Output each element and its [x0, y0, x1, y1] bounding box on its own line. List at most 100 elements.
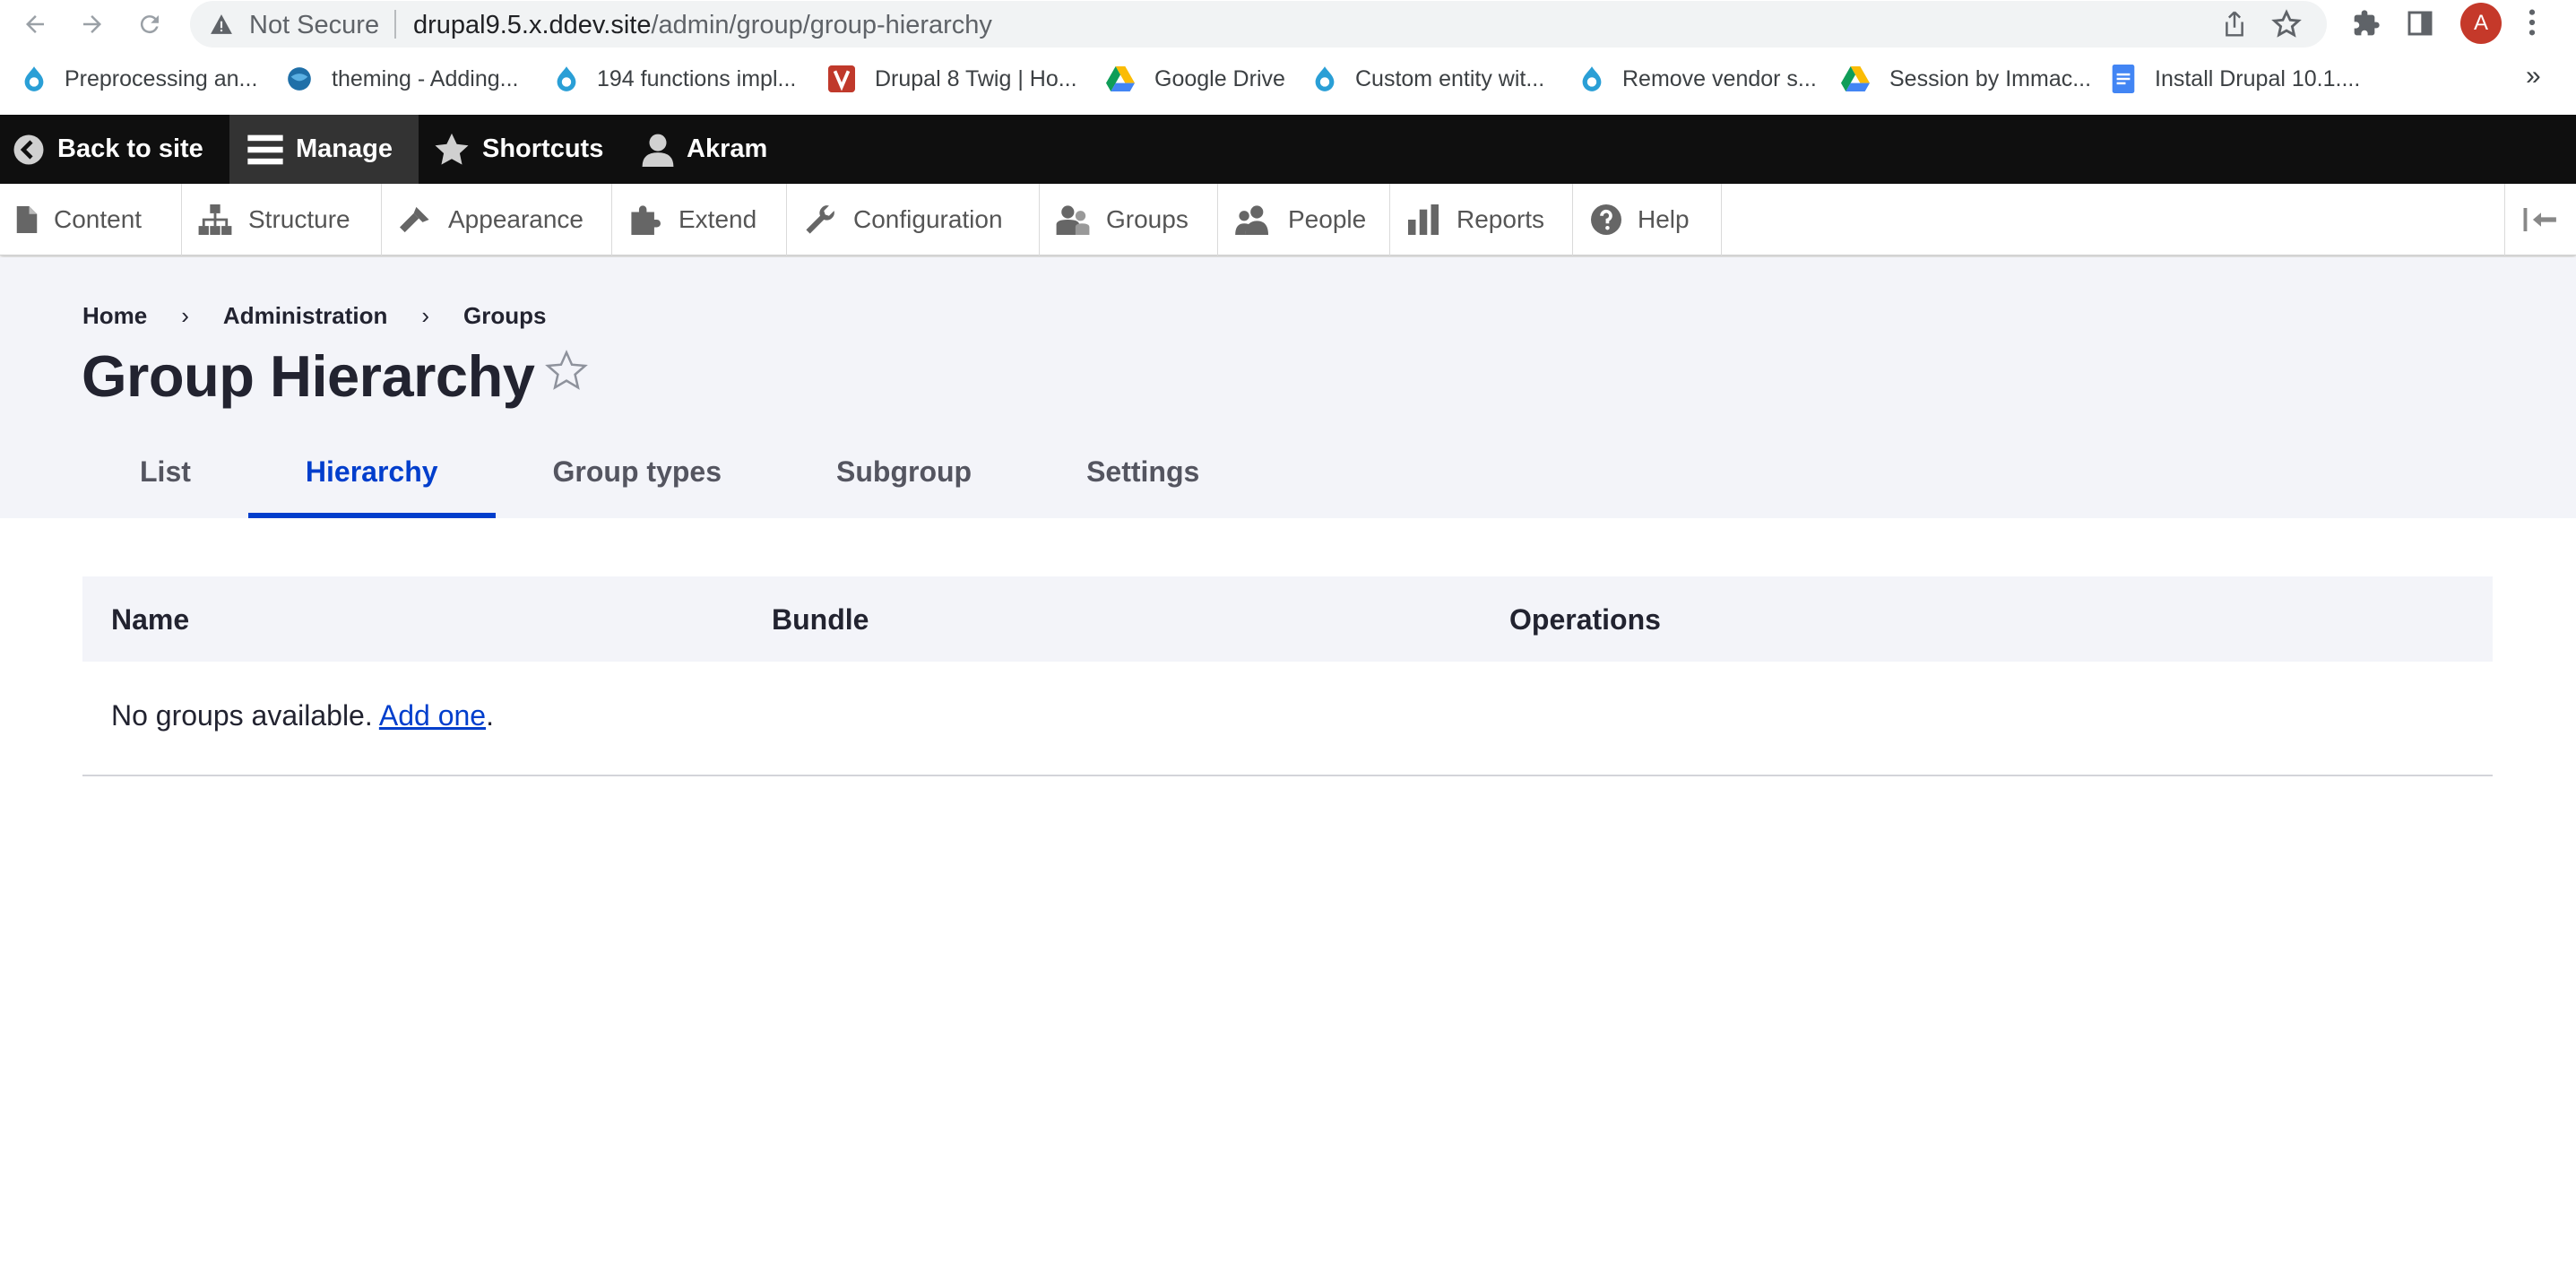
tray-item-label: Groups	[1106, 205, 1189, 233]
bookmark-item[interactable]: Install Drupal 10.1....	[2112, 63, 2360, 95]
back-nav-button[interactable]	[16, 5, 54, 43]
arrow-right-icon	[83, 15, 101, 33]
tray-item-label: People	[1288, 205, 1367, 233]
add-one-link[interactable]: Add one	[379, 699, 486, 732]
bookmarks-overflow-button[interactable]: »	[2526, 61, 2541, 91]
sitemap-icon	[198, 204, 232, 235]
tray-item-content[interactable]: Content	[0, 184, 182, 256]
favorite-star-icon[interactable]	[544, 349, 589, 394]
reload-icon	[140, 15, 159, 34]
bookmark-label: Remove vendor s...	[1622, 65, 1817, 91]
tab-settings[interactable]: Settings	[1029, 425, 1257, 518]
bookmark-item[interactable]: Session by Immac...	[1841, 63, 2091, 95]
bookmark-label: Session by Immac...	[1889, 65, 2092, 91]
puzzle-icon	[631, 205, 661, 235]
tray-item-label: Structure	[248, 205, 350, 233]
people-icon	[1235, 205, 1268, 235]
url-divider	[394, 10, 396, 39]
share-icon[interactable]	[2221, 10, 2248, 39]
bookmark-item[interactable]: Google Drive	[1106, 63, 1285, 95]
warning-icon	[211, 14, 232, 34]
manage-label: Manage	[296, 134, 393, 163]
tab-subgroup[interactable]: Subgroup	[779, 425, 1029, 518]
url-path: /admin/group/group-hierarchy	[651, 11, 992, 39]
extensions-icon[interactable]	[2352, 9, 2381, 38]
profile-avatar[interactable]: A	[2460, 3, 2502, 44]
tab-group-types[interactable]: Group types	[496, 425, 779, 518]
url-text[interactable]: drupal9.5.x.ddev.site/admin/group/group-…	[413, 11, 992, 40]
tray-item-label: Appearance	[448, 205, 584, 233]
browser-omnibar: Not Secure drupal9.5.x.ddev.site/admin/g…	[0, 0, 2576, 48]
tray-item-extend[interactable]: Extend	[612, 184, 787, 256]
google-docs-icon	[2112, 65, 2135, 93]
admin-toolbar-tray: Content Structure Appearance Extend Conf…	[0, 184, 2576, 256]
forward-nav-button[interactable]	[73, 5, 111, 43]
drupal-drop-icon	[24, 66, 44, 91]
bar-chart-icon	[1408, 204, 1439, 235]
tray-item-appearance[interactable]: Appearance	[382, 184, 612, 256]
star-icon	[435, 133, 469, 165]
address-bar[interactable]: Not Secure drupal9.5.x.ddev.site/admin/g…	[190, 1, 2327, 48]
bookmark-label: Google Drive	[1154, 65, 1285, 91]
url-host: drupal9.5.x.ddev.site	[413, 11, 652, 39]
kebab-menu-icon[interactable]	[2526, 7, 2538, 38]
user-label: Akram	[687, 134, 768, 163]
side-panel-icon[interactable]	[2406, 9, 2434, 38]
empty-suffix: .	[486, 699, 494, 732]
shortcuts-label: Shortcuts	[482, 134, 604, 163]
bookmark-item[interactable]: Preprocessing an...	[23, 63, 257, 95]
tray-item-label: Configuration	[853, 205, 1003, 233]
user-tab[interactable]: Akram	[642, 115, 767, 184]
arrow-left-icon	[26, 15, 44, 33]
tray-orientation-toggle[interactable]	[2504, 184, 2576, 256]
help-icon	[1591, 204, 1621, 235]
shortcuts-tab[interactable]: Shortcuts	[434, 115, 603, 184]
bookmark-item[interactable]: Drupal 8 Twig | Ho...	[828, 63, 1077, 95]
tray-item-structure[interactable]: Structure	[182, 184, 382, 256]
manage-tab[interactable]: Manage	[229, 115, 419, 184]
tray-item-label: Help	[1638, 205, 1690, 233]
breadcrumb-home[interactable]: Home	[82, 302, 147, 330]
bookmark-item[interactable]: theming - Adding...	[287, 63, 518, 95]
twig-logo-icon	[828, 65, 855, 92]
back-to-site-link[interactable]: Back to site	[13, 115, 221, 184]
collapse-arrow-icon	[2523, 208, 2556, 231]
back-circle-icon	[13, 134, 44, 164]
bookmark-item[interactable]: Custom entity wit...	[1314, 63, 1544, 95]
drop-globe-icon	[288, 67, 311, 91]
primary-tabs: List Hierarchy Group types Subgroup Sett…	[82, 425, 1257, 518]
drupal-drop-icon	[557, 66, 576, 91]
wrench-icon	[806, 205, 834, 234]
tray-item-groups[interactable]: Groups	[1040, 184, 1218, 256]
tray-item-people[interactable]: People	[1218, 184, 1390, 256]
tray-item-configuration[interactable]: Configuration	[787, 184, 1040, 256]
reload-button[interactable]	[131, 5, 169, 43]
page-header: Home › Administration › Groups Group Hie…	[0, 257, 2576, 518]
document-icon	[16, 206, 38, 233]
page-title: Group Hierarchy	[82, 343, 535, 409]
drupal-drop-icon	[1582, 66, 1602, 91]
tray-item-label: Reports	[1457, 205, 1545, 233]
bookmark-label: 194 functions impl...	[597, 65, 797, 91]
breadcrumb-separator: ›	[181, 302, 189, 329]
breadcrumb-administration[interactable]: Administration	[223, 302, 387, 330]
bookmark-label: theming - Adding...	[332, 65, 519, 91]
bookmark-star-icon[interactable]	[2271, 9, 2302, 39]
group-hierarchy-table: Name Bundle Operations No groups availab…	[82, 576, 2493, 776]
breadcrumb-groups[interactable]: Groups	[463, 302, 546, 330]
bookmark-label: Preprocessing an...	[65, 65, 258, 91]
bookmark-item[interactable]: 194 functions impl...	[556, 63, 796, 95]
user-icon	[642, 134, 674, 167]
google-drive-icon	[1841, 66, 1870, 91]
group-icon	[1056, 205, 1090, 235]
tray-item-help[interactable]: Help	[1573, 184, 1722, 256]
security-label[interactable]: Not Secure	[249, 11, 379, 40]
bookmark-label: Install Drupal 10.1....	[2155, 65, 2361, 91]
tab-hierarchy[interactable]: Hierarchy	[247, 425, 496, 518]
tab-list[interactable]: List	[82, 425, 248, 518]
tray-item-reports[interactable]: Reports	[1390, 184, 1573, 256]
tray-item-label: Content	[54, 205, 143, 233]
bookmark-item[interactable]: Remove vendor s...	[1581, 63, 1817, 95]
empty-text: No groups available.	[111, 699, 373, 732]
admin-toolbar: Back to site Manage Shortcuts Akram	[0, 115, 2576, 184]
